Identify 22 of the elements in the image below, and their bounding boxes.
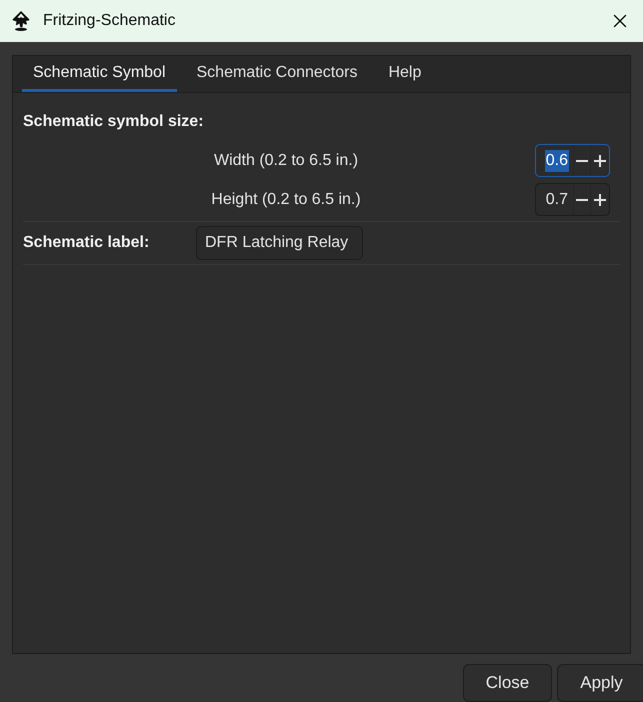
spin-box[interactable]: 0.7	[535, 183, 610, 216]
spin-value[interactable]: 0.6	[544, 150, 569, 172]
window-title: Fritzing-Schematic	[43, 11, 176, 31]
field-label: Width (0.2 to 6.5 in.)	[214, 150, 358, 170]
app-logo-icon	[12, 11, 30, 31]
decrement-button[interactable]	[574, 184, 591, 215]
label-field[interactable]: DFR Latching Relay	[196, 226, 363, 260]
section-heading: Schematic symbol size:	[23, 112, 204, 132]
field-label: Height (0.2 to 6.5 in.)	[211, 190, 361, 210]
plus-icon	[594, 194, 606, 206]
minus-icon	[576, 160, 588, 162]
tab[interactable]: Schematic Connectors	[186, 55, 368, 92]
decrement-button[interactable]	[574, 145, 591, 176]
spin-value[interactable]: 0.7	[544, 188, 569, 210]
dialog-button[interactable]: Apply	[557, 664, 643, 702]
spin-box[interactable]: 0.6	[535, 144, 610, 177]
dialog-button[interactable]: Close	[463, 664, 552, 702]
tab[interactable]: Help	[377, 55, 432, 92]
tab[interactable]: Schematic Symbol	[22, 55, 176, 92]
minus-icon	[576, 198, 588, 200]
plus-icon	[594, 154, 606, 166]
field-label: Schematic label:	[23, 234, 150, 251]
